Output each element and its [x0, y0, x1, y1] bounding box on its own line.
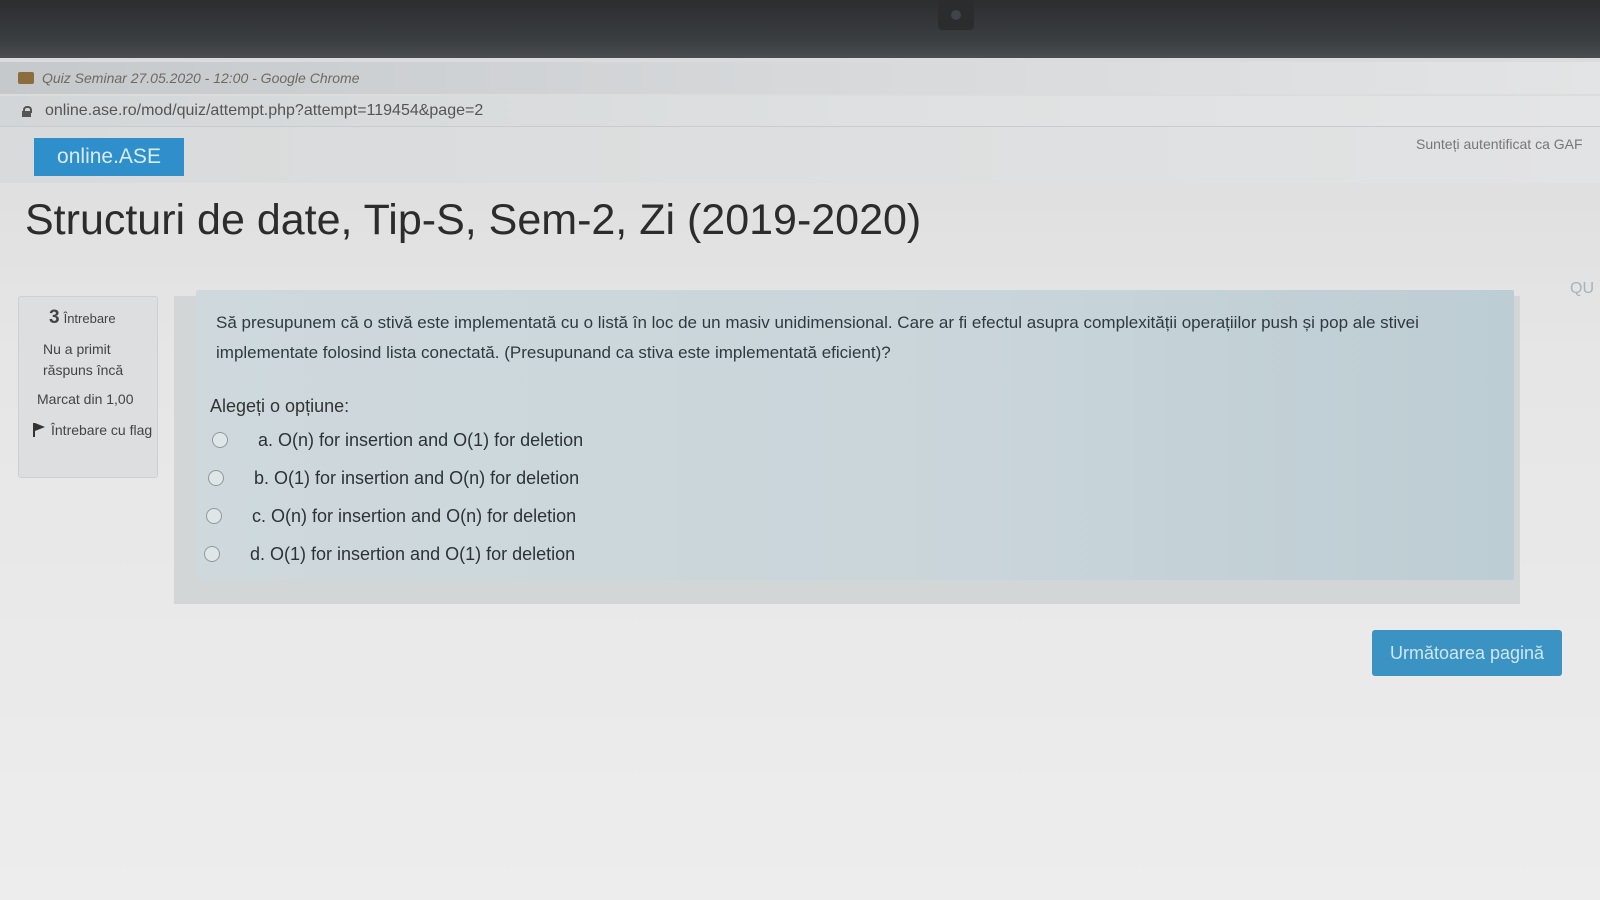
login-info[interactable]: Sunteți autentificat ca GAF: [1416, 136, 1600, 152]
answer-option-a[interactable]: a. O(n) for insertion and O(1) for delet…: [212, 426, 583, 454]
answer-option-b[interactable]: b. O(1) for insertion and O(n) for delet…: [208, 464, 579, 492]
webcam: [938, 0, 974, 30]
answer-label[interactable]: c. O(n) for insertion and O(n) for delet…: [252, 506, 576, 527]
address-bar[interactable]: online.ase.ro/mod/quiz/attempt.php?attem…: [0, 96, 1600, 127]
answer-option-d[interactable]: d. O(1) for insertion and O(1) for delet…: [204, 540, 575, 568]
flag-question-label[interactable]: Întrebare cu flag: [51, 422, 152, 438]
window-title: Quiz Seminar 27.05.2020 - 12:00 - Google…: [42, 70, 360, 86]
answer-option-c[interactable]: c. O(n) for insertion and O(n) for delet…: [206, 502, 576, 530]
question-grade: Marcat din 1,00: [37, 391, 134, 407]
quiz-navigation-heading: QU: [1570, 280, 1594, 297]
webcam-lens: [951, 10, 961, 20]
radio-button[interactable]: [206, 508, 222, 524]
radio-button[interactable]: [212, 432, 228, 448]
question-text: Să presupunem că o stivă este implementa…: [216, 313, 1419, 362]
answer-label[interactable]: a. O(n) for insertion and O(1) for delet…: [258, 430, 583, 451]
question-state: Nu a primit răspuns încă: [43, 341, 124, 378]
answer-label[interactable]: d. O(1) for insertion and O(1) for delet…: [250, 544, 575, 565]
question-info-panel: 3 Întrebare Nu a primit răspuns încă Marc…: [18, 296, 158, 478]
answer-prompt: Alegeți o opțiune:: [210, 396, 350, 416]
laptop-bezel: [0, 0, 1600, 58]
browser-title-bar: Quiz Seminar 27.05.2020 - 12:00 - Google…: [0, 62, 1600, 94]
url-text[interactable]: online.ase.ro/mod/quiz/attempt.php?attem…: [45, 102, 483, 120]
lock-icon[interactable]: [22, 105, 32, 117]
site-navbar: [0, 127, 1600, 183]
site-logo-link[interactable]: online.ASE: [34, 138, 184, 176]
answer-label[interactable]: b. O(1) for insertion and O(n) for delet…: [254, 468, 579, 489]
question-number: 3 Întrebare: [49, 307, 116, 329]
question-number-value: 3: [49, 307, 60, 328]
page-title: Structuri de date, Tip-S, Sem-2, Zi (201…: [25, 196, 922, 244]
flag-question-toggle[interactable]: Întrebare cu flag: [33, 419, 155, 442]
question-number-label: Întrebare: [63, 311, 116, 326]
flag-icon[interactable]: [33, 423, 45, 437]
radio-button[interactable]: [208, 470, 224, 486]
site-favicon-icon: [18, 72, 34, 84]
next-page-button[interactable]: Următoarea pagină: [1372, 630, 1562, 676]
radio-button[interactable]: [204, 546, 220, 562]
